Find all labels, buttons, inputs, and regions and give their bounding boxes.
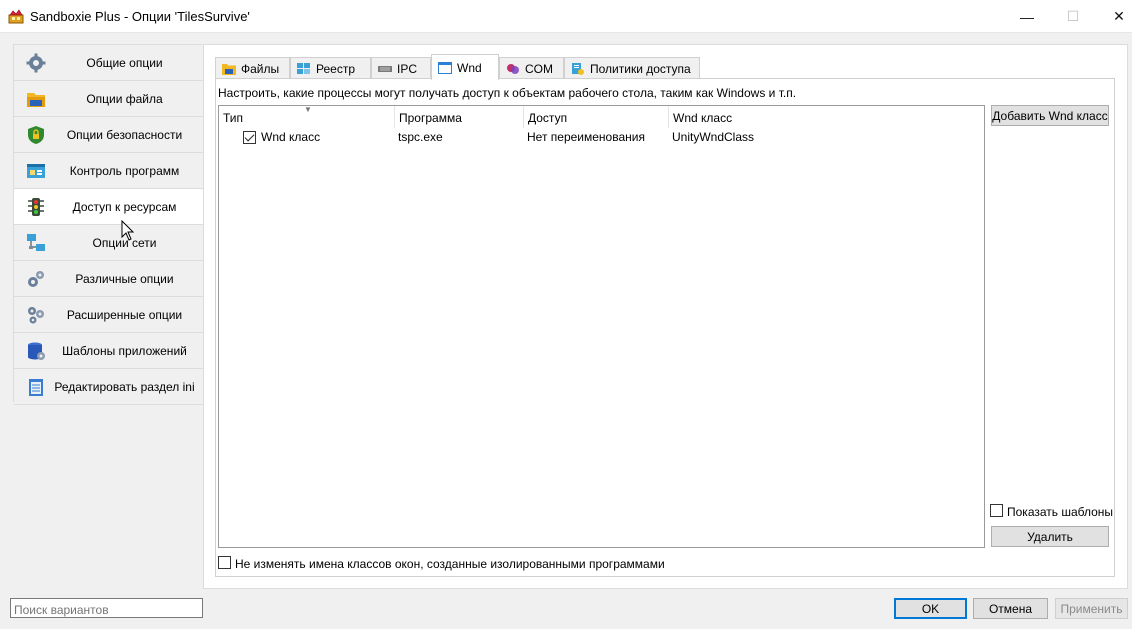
row-access: Нет переименования (527, 130, 645, 144)
no-rename-checkbox[interactable] (218, 556, 231, 569)
sidebar-item-label: Различные опции (75, 272, 174, 286)
show-templates-label: Показать шаблоны (1007, 505, 1114, 519)
sidebar-item-label: Шаблоны приложений (62, 344, 187, 358)
sidebar-item-label: Общие опции (86, 56, 163, 70)
options-sidebar: Общие опции Опции файла Опции безопаснос… (13, 44, 203, 405)
folder-icon (27, 93, 45, 107)
column-header-label: Доступ (528, 111, 568, 125)
sidebar-item-label: Редактировать раздел ini (54, 380, 195, 394)
tab-registry[interactable]: Реестр (290, 57, 371, 79)
notepad-icon (29, 379, 43, 396)
title-bar: Sandboxie Plus - Опции 'TilesSurvive' — … (0, 0, 1132, 33)
column-header-access[interactable]: Доступ (524, 106, 669, 128)
minimize-button[interactable]: — (1004, 0, 1050, 33)
tab-com[interactable]: COM (499, 57, 564, 79)
program-window-icon (27, 164, 45, 178)
sidebar-item-security-options[interactable]: Опции безопасности (14, 117, 203, 153)
tab-label: Файлы (241, 61, 280, 76)
column-header-type[interactable]: ▼ Тип (219, 105, 395, 128)
database-icon (28, 342, 45, 360)
maximize-button[interactable]: ☐ (1050, 0, 1096, 33)
tab-label: IPC (397, 61, 418, 76)
show-templates-checkbox[interactable] (990, 504, 1003, 517)
policy-icon (572, 62, 584, 75)
sidebar-item-app-templates[interactable]: Шаблоны приложений (14, 333, 203, 369)
add-wnd-class-button[interactable]: Добавить Wnd класс (991, 105, 1109, 126)
window-title: Sandboxie Plus - Опции 'TilesSurvive' (30, 9, 250, 24)
wnd-description: Настроить, какие процессы могут получать… (218, 86, 797, 100)
sidebar-item-network-options[interactable]: Опции сети (14, 225, 203, 261)
ok-button[interactable]: OK (894, 598, 967, 619)
network-icon (27, 234, 45, 251)
cancel-button[interactable]: Отмена (973, 598, 1048, 619)
sidebar-item-label: Опции безопасности (66, 128, 183, 142)
sidebar-item-misc-options[interactable]: Различные опции (14, 261, 203, 297)
apply-button: Применить (1055, 598, 1128, 619)
sidebar-item-resource-access[interactable]: Доступ к ресурсам (14, 189, 203, 225)
com-icon (507, 63, 519, 74)
tab-label: Политики доступа (590, 61, 691, 76)
ipc-icon (378, 65, 392, 72)
wnd-rules-table[interactable]: ▼ Тип Программа Доступ Wnd класс Wnd кла… (218, 105, 985, 548)
tab-access-policies[interactable]: Политики доступа (564, 57, 700, 79)
traffic-light-icon (28, 198, 44, 216)
tab-files[interactable]: Файлы (215, 57, 290, 79)
sidebar-item-label: Опции файла (86, 92, 163, 106)
folder-icon (222, 63, 236, 75)
tab-ipc[interactable]: IPC (371, 57, 431, 79)
mouse-cursor-icon (121, 220, 135, 241)
tab-wnd[interactable]: Wnd (431, 54, 499, 80)
sidebar-item-label: Расширенные опции (66, 308, 183, 322)
column-header-wnd-class[interactable]: Wnd класс (669, 106, 984, 128)
sandboxie-app-icon (8, 9, 24, 24)
tab-label: Реестр (316, 61, 355, 76)
shield-lock-icon (28, 126, 44, 144)
sidebar-item-edit-ini[interactable]: Редактировать раздел ini (14, 369, 203, 405)
column-header-label: Программа (399, 111, 462, 125)
window-icon (438, 61, 452, 74)
sidebar-item-program-control[interactable]: Контроль программ (14, 153, 203, 189)
no-rename-label: Не изменять имена классов окон, созданны… (235, 557, 665, 571)
row-wnd-class: UnityWndClass (672, 130, 755, 144)
sidebar-item-advanced-options[interactable]: Расширенные опции (14, 297, 203, 333)
sidebar-item-file-options[interactable]: Опции файла (14, 81, 203, 117)
gear-icon (26, 53, 46, 73)
sidebar-item-label: Контроль программ (69, 164, 180, 178)
sidebar-item-label: Доступ к ресурсам (72, 200, 177, 214)
column-header-program[interactable]: Программа (395, 106, 524, 128)
delete-button[interactable]: Удалить (991, 526, 1109, 547)
column-header-label: Тип (223, 111, 244, 125)
tab-label: COM (525, 61, 553, 76)
row-type: Wnd класс (261, 130, 321, 144)
row-program: tspc.exe (398, 130, 443, 144)
sort-arrow-icon: ▼ (304, 105, 312, 114)
row-enabled-checkbox[interactable] (243, 131, 256, 144)
search-options-input[interactable] (10, 598, 203, 618)
sidebar-item-general-options[interactable]: Общие опции (14, 45, 203, 81)
registry-icon (297, 62, 310, 74)
advanced-gears-icon (28, 307, 44, 324)
close-button[interactable]: ✕ (1096, 0, 1132, 33)
tab-label: Wnd (457, 60, 482, 75)
column-header-label: Wnd класс (673, 111, 733, 125)
gears-icon (28, 271, 44, 287)
